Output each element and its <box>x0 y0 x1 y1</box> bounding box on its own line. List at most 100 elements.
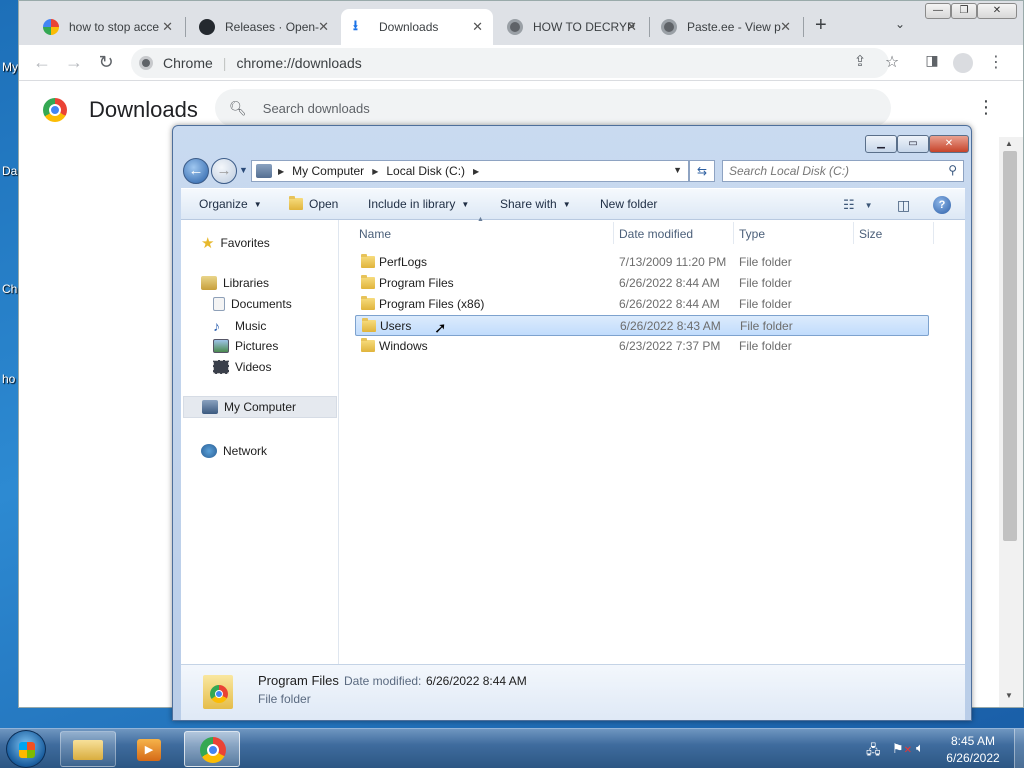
volume-tray-icon[interactable]: 🔈︎ <box>916 740 924 756</box>
close-tab-icon[interactable]: ✕ <box>626 19 637 35</box>
network-tray-icon[interactable]: 🖧︎ <box>866 741 881 763</box>
include-in-library-label: Include in library <box>368 197 456 211</box>
explorer-maximize-button[interactable]: ▭ <box>897 135 929 153</box>
chrome-menu-icon[interactable]: ⋮ <box>985 52 1007 72</box>
table-row[interactable]: Users 6/26/2022 8:43 AM File folder ➚ <box>355 315 929 337</box>
tab-paste-ee[interactable]: Paste.ee - View p ✕ <box>649 9 801 45</box>
file-type: File folder <box>739 255 792 269</box>
profile-avatar-icon[interactable] <box>953 53 973 73</box>
page-scrollbar[interactable]: ▲ ▼ <box>999 137 1023 707</box>
chrome-toolbar: ← → ↻ Chrome | chrome://downloads ⇪ ☆ ◨ … <box>19 45 1023 81</box>
chevron-down-icon: ▼ <box>562 199 571 209</box>
close-window-button[interactable]: ✕ <box>977 3 1017 19</box>
column-header-date-modified[interactable]: Date modified <box>619 227 693 241</box>
file-type: File folder <box>739 297 792 311</box>
address-row: ← → ▼ ▶ My Computer ▶ Local Disk (C:) ▶ … <box>181 156 965 186</box>
side-panel-icon[interactable]: ◨ <box>921 52 943 69</box>
nav-videos[interactable]: Videos <box>213 360 271 374</box>
desktop-icon-label[interactable]: Da <box>2 164 17 178</box>
column-header-size[interactable]: Size <box>859 227 882 241</box>
back-arrow-icon[interactable]: ← <box>183 158 209 184</box>
address-dropdown-icon[interactable]: ▼ <box>673 165 682 175</box>
breadcrumb-local-disk[interactable]: Local Disk (C:) <box>386 164 465 178</box>
organize-label: Organize <box>199 197 248 211</box>
taskbar-chrome-button[interactable] <box>184 731 240 767</box>
recent-pages-dropdown-icon[interactable]: ▼ <box>239 165 248 175</box>
back-icon[interactable]: ← <box>31 52 53 73</box>
address-bar[interactable]: ▶ My Computer ▶ Local Disk (C:) ▶ ▼ <box>251 160 689 182</box>
desktop-icon-label[interactable]: My <box>2 60 18 74</box>
folder-icon <box>289 196 303 210</box>
downloads-search-field[interactable]: 🔍︎ Search downloads <box>215 89 891 127</box>
omnibox[interactable]: Chrome | chrome://downloads <box>131 48 889 78</box>
open-button[interactable]: Open <box>289 196 338 211</box>
taskbar-explorer-button[interactable] <box>60 731 116 767</box>
show-desktop-button[interactable] <box>1014 729 1024 768</box>
taskbar-media-player-button[interactable]: ▶ <box>122 731 178 767</box>
file-type: File folder <box>740 319 793 333</box>
refresh-icon[interactable]: ⇆ <box>689 160 715 182</box>
maximize-button[interactable]: ❐ <box>951 3 977 19</box>
folder-icon <box>362 318 376 332</box>
tab-search-icon[interactable]: ⌄ <box>895 17 905 31</box>
folder-icon <box>361 254 375 268</box>
file-type: File folder <box>739 276 792 290</box>
forward-arrow-icon[interactable]: → <box>211 158 237 184</box>
file-name: Program Files (x86) <box>379 297 485 311</box>
omnibox-url[interactable]: chrome://downloads <box>236 55 361 71</box>
nav-libraries[interactable]: Libraries <box>201 276 269 290</box>
globe-icon <box>661 19 677 35</box>
table-row[interactable]: Program Files (x86) 6/26/2022 8:44 AM Fi… <box>355 294 929 315</box>
clock-time[interactable]: 8:45 AM <box>938 734 1008 748</box>
explorer-search-placeholder: Search Local Disk (C:) <box>729 164 850 178</box>
music-icon: ♪ <box>213 318 220 334</box>
desktop-icon-label[interactable]: ho <box>2 372 15 386</box>
column-header-name[interactable]: Name <box>359 227 391 241</box>
tab-google-search[interactable]: how to stop acce ✕ <box>31 9 183 45</box>
forward-icon[interactable]: → <box>63 52 85 73</box>
table-row[interactable]: Windows 6/23/2022 7:37 PM File folder <box>355 336 929 357</box>
help-icon[interactable]: ? <box>933 196 951 214</box>
nav-label: Libraries <box>223 276 270 290</box>
share-icon[interactable]: ⇪ <box>849 52 871 70</box>
close-tab-icon[interactable]: ✕ <box>318 19 329 35</box>
file-date: 6/26/2022 8:43 AM <box>620 319 721 333</box>
close-tab-icon[interactable]: ✕ <box>162 19 173 35</box>
tab-downloads[interactable]: ⭳ Downloads ✕ <box>341 9 493 45</box>
nav-documents[interactable]: Documents <box>213 297 292 311</box>
desktop-icon-label[interactable]: Ch <box>2 282 17 296</box>
nav-pictures[interactable]: Pictures <box>213 339 278 353</box>
close-tab-icon[interactable]: ✕ <box>780 19 791 35</box>
search-icon[interactable]: ⚲ <box>948 163 957 177</box>
clock-date[interactable]: 6/26/2022 <box>938 751 1008 765</box>
nav-favorites[interactable]: ★ Favorites <box>201 234 270 252</box>
minimize-button[interactable]: — <box>925 3 951 19</box>
tab-how-to-decrypt[interactable]: HOW TO DECRYP ✕ <box>495 9 647 45</box>
nav-label: Documents <box>231 297 292 311</box>
table-row[interactable]: PerfLogs 7/13/2009 11:20 PM File folder <box>355 252 929 273</box>
bookmark-star-icon[interactable]: ☆ <box>881 52 903 72</box>
downloads-menu-icon[interactable]: ⋮ <box>977 97 995 118</box>
start-button[interactable] <box>6 730 46 768</box>
close-tab-icon[interactable]: ✕ <box>472 19 483 35</box>
explorer-close-button[interactable]: ✕ <box>929 135 969 153</box>
preview-pane-icon[interactable]: ◫ <box>897 197 910 214</box>
nav-my-computer[interactable]: My Computer <box>183 396 337 418</box>
new-tab-button[interactable]: + <box>815 14 827 37</box>
tab-title: Downloads <box>379 20 439 34</box>
action-center-tray-icon[interactable]: ⚑✕ <box>892 741 912 757</box>
breadcrumb-my-computer[interactable]: My Computer <box>292 164 364 178</box>
explorer-search-field[interactable]: Search Local Disk (C:) ⚲ <box>722 160 964 182</box>
organize-button[interactable]: Organize ▼ <box>199 197 262 211</box>
nav-network[interactable]: Network <box>201 444 267 458</box>
explorer-minimize-button[interactable]: ▁ <box>865 135 897 153</box>
new-folder-button[interactable]: New folder <box>600 197 657 211</box>
column-header-type[interactable]: Type <box>739 227 765 241</box>
change-view-icon[interactable]: ☷ ▼ <box>843 197 873 213</box>
include-in-library-button[interactable]: Include in library ▼ <box>368 197 469 211</box>
table-row[interactable]: Program Files 6/26/2022 8:44 AM File fol… <box>355 273 929 294</box>
share-with-button[interactable]: Share with ▼ <box>500 197 571 211</box>
tab-github-releases[interactable]: Releases · Open- ✕ <box>187 9 339 45</box>
nav-music[interactable]: ♪ Music <box>213 318 266 334</box>
reload-icon[interactable]: ↻ <box>95 52 117 73</box>
